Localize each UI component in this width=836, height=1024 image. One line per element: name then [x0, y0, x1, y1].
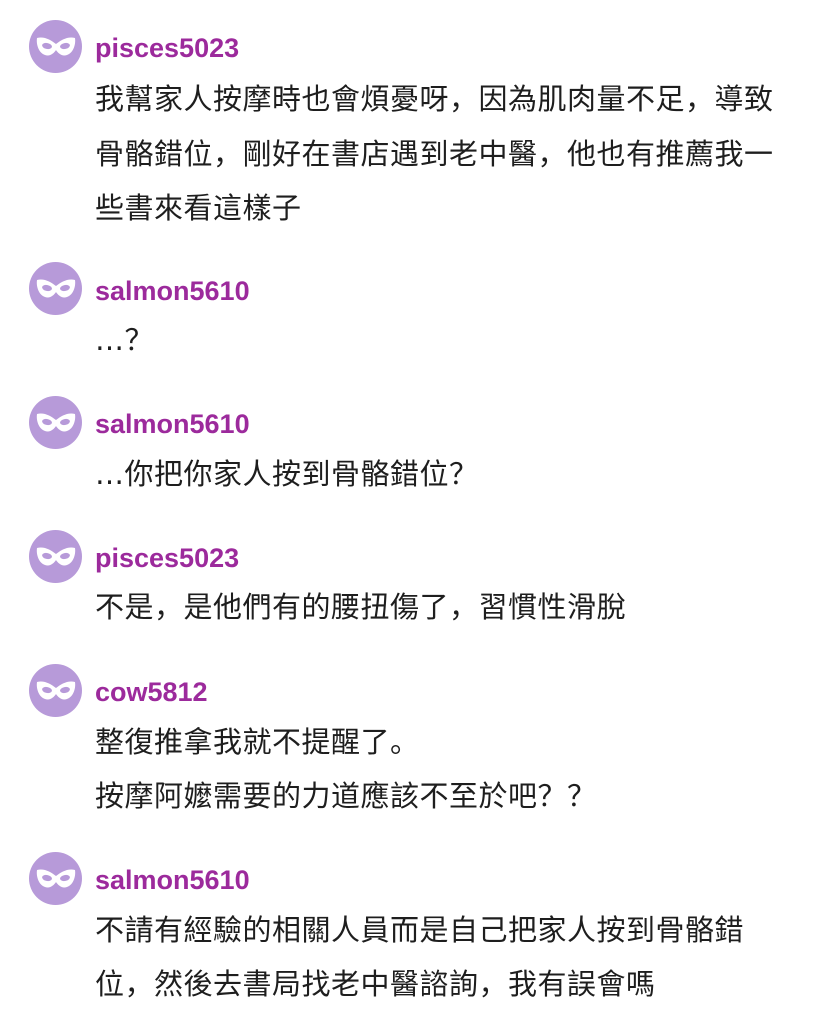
username[interactable]: salmon5610 — [95, 408, 250, 440]
comment-text-line: 按摩阿嬤需要的力道應該不至於吧？？ — [95, 779, 597, 813]
username[interactable]: pisces5023 — [95, 542, 239, 574]
avatar[interactable] — [29, 20, 82, 73]
comment-text-line: 不請有經驗的相關人員而是自己把家人按到骨骼錯 — [95, 913, 745, 947]
comment-text-line: 些書來看這樣子 — [95, 191, 302, 225]
comment-text-line: 骨骼錯位，剛好在書店遇到老中醫，他也有推薦我一 — [95, 137, 774, 171]
username[interactable]: pisces5023 — [95, 32, 239, 64]
mask-icon — [36, 546, 75, 566]
comment-text-line: 我幫家人按摩時也會煩憂呀，因為肌肉量不足，導致 — [95, 82, 774, 116]
mask-icon — [36, 36, 75, 56]
comment-text-line: 不是，是他們有的腰扭傷了，習慣性滑脫 — [95, 590, 627, 624]
comment-text-line: …？ — [95, 323, 155, 357]
mask-icon — [36, 278, 75, 298]
mask-icon — [36, 868, 75, 888]
comment-text-line: …你把你家人按到骨骼錯位？ — [95, 457, 479, 491]
comment-text-line: 整復推拿我就不提醒了。 — [95, 725, 420, 759]
avatar[interactable] — [29, 664, 82, 717]
mask-icon — [36, 412, 75, 432]
username[interactable]: salmon5610 — [95, 275, 250, 307]
avatar[interactable] — [29, 396, 82, 449]
username[interactable]: cow5812 — [95, 676, 208, 708]
comment-text-line: 位，然後去書局找老中醫諮詢，我有誤會嗎 — [95, 967, 656, 1001]
avatar[interactable] — [29, 262, 82, 315]
avatar[interactable] — [29, 852, 82, 905]
username[interactable]: salmon5610 — [95, 864, 250, 896]
mask-icon — [36, 680, 75, 700]
avatar[interactable] — [29, 530, 82, 583]
